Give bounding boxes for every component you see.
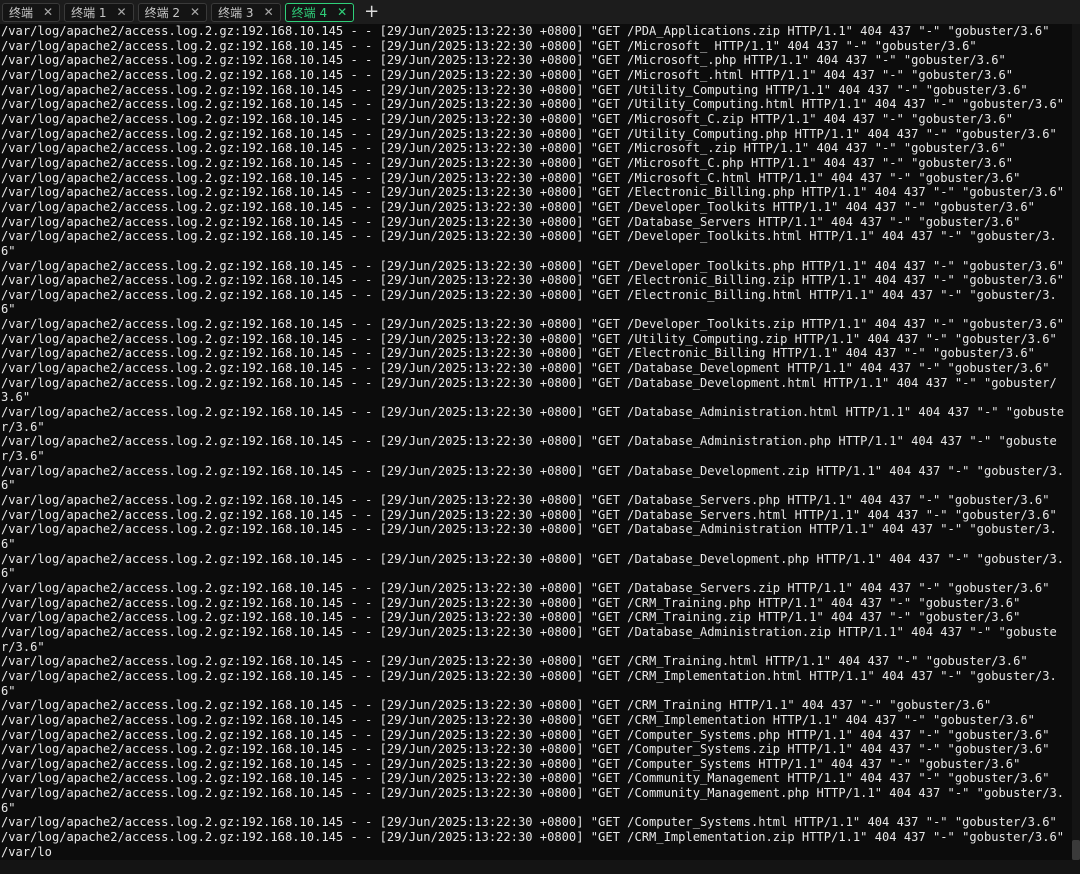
terminal-line: /var/log/apache2/access.log.2.gz:192.168…	[1, 830, 1065, 845]
terminal-line: /var/log/apache2/access.log.2.gz:192.168…	[1, 551, 1065, 581]
terminal-line: /var/log/apache2/access.log.2.gz:192.168…	[1, 67, 1014, 82]
terminal-line: /var/log/apache2/access.log.2.gz:192.168…	[1, 53, 1006, 68]
terminal-line: /var/log/apache2/access.log.2.gz:192.168…	[1, 624, 1057, 654]
tab-terminal-1[interactable]: 终端 1 ✕	[64, 2, 134, 22]
terminal-line: /var/log/apache2/access.log.2.gz:192.168…	[1, 375, 1057, 405]
status-strip	[0, 860, 1080, 874]
tab-label: 终端 4	[291, 5, 328, 20]
terminal-line: /var/log/apache2/access.log.2.gz:192.168…	[1, 580, 1050, 595]
terminal-line: /var/log/apache2/access.log.2.gz:192.168…	[1, 82, 1028, 97]
close-icon[interactable]: ✕	[43, 5, 53, 19]
close-icon[interactable]: ✕	[190, 5, 200, 19]
scrollbar[interactable]	[1072, 24, 1080, 874]
tab-terminal-0[interactable]: 终端 ✕	[2, 2, 61, 22]
close-icon[interactable]: ✕	[117, 5, 127, 19]
terminal-line: /var/log/apache2/access.log.2.gz:192.168…	[1, 170, 1021, 185]
terminal-line: /var/log/apache2/access.log.2.gz:192.168…	[1, 126, 1057, 141]
tab-label: 终端	[9, 5, 34, 20]
terminal-line: /var/log/apache2/access.log.2.gz:192.168…	[1, 229, 1057, 258]
terminal-line: /var/log/apache2/access.log.2.gz:192.168…	[1, 463, 1065, 493]
tab-label: 终端 3	[218, 5, 254, 20]
terminal-line: /var/log/apache2/access.log.2.gz:192.168…	[1, 155, 1014, 170]
terminal-line: /var/log/apache2/access.log.2.gz:192.168…	[1, 522, 1057, 551]
terminal-line: /var/log/apache2/access.log.2.gz:192.168…	[1, 698, 992, 713]
new-tab-icon[interactable]: +	[364, 3, 379, 21]
close-icon[interactable]: ✕	[264, 5, 274, 19]
tab-bar: 终端 ✕ 终端 1 ✕ 终端 2 ✕ 终端 3 ✕ 终端 4 ✕ +	[0, 0, 1080, 24]
terminal-line: /var/log/apache2/access.log.2.gz:192.168…	[1, 727, 1050, 742]
terminal-line: /var/log/apache2/access.log.2.gz:192.168…	[1, 742, 1050, 757]
scrollbar-thumb[interactable]	[1072, 840, 1080, 860]
terminal-line: /var/log/apache2/access.log.2.gz:192.168…	[1, 771, 1050, 786]
terminal-line: /var/log/apache2/access.log.2.gz:192.168…	[1, 756, 1021, 771]
close-icon[interactable]: ✕	[337, 5, 347, 19]
terminal-line: /var/log/apache2/access.log.2.gz:192.168…	[1, 24, 1050, 38]
terminal-output: /var/log/apache2/access.log.2.gz:192.168…	[0, 24, 1070, 859]
tab-label: 终端 2	[144, 5, 181, 20]
terminal-line: /var/log/apache2/access.log.2.gz:192.168…	[1, 786, 1065, 815]
terminal-line: /var/log/apache2/access.log.2.gz:192.168…	[1, 258, 1065, 273]
terminal-line: /var/log/apache2/access.log.2.gz:192.168…	[1, 507, 1057, 522]
terminal-line: /var/log/apache2/access.log.2.gz:192.168…	[1, 199, 1035, 214]
tab-terminal-3[interactable]: 终端 3 ✕	[211, 2, 281, 22]
terminal-line: /var/log/apache2/access.log.2.gz:192.168…	[1, 654, 1028, 669]
terminal-line: /var/log/apache2/access.log.2.gz:192.168…	[1, 346, 1035, 361]
terminal-line: /var/log/apache2/access.log.2.gz:192.168…	[1, 111, 1014, 126]
terminal-line: /var/log/apache2/access.log.2.gz:192.168…	[1, 214, 1021, 229]
terminal-line: /var/log/apache2/access.log.2.gz:192.168…	[1, 185, 1065, 200]
terminal-line: /var/log/apache2/access.log.2.gz:192.168…	[1, 273, 1065, 288]
terminal-line: /var/log/apache2/access.log.2.gz:192.168…	[1, 141, 1006, 156]
terminal-line: /var/log/apache2/access.log.2.gz:192.168…	[1, 361, 1050, 376]
terminal-line: /var/log/apache2/access.log.2.gz:192.168…	[1, 595, 1021, 610]
tab-terminal-4[interactable]: 终端 4 ✕	[284, 2, 355, 22]
tab-terminal-2[interactable]: 终端 2 ✕	[137, 2, 208, 22]
terminal-line: /var/log/apache2/access.log.2.gz:192.168…	[1, 287, 1057, 317]
terminal-line: /var/log/apache2/access.log.2.gz:192.168…	[1, 493, 1050, 507]
terminal-line: /var/log/apache2/access.log.2.gz:192.168…	[1, 38, 977, 53]
terminal-line: /var/log/apache2/access.log.2.gz:192.168…	[1, 434, 1057, 464]
tab-label: 终端 1	[71, 5, 107, 20]
terminal-line: /var/log/apache2/access.log.2.gz:192.168…	[1, 668, 1057, 698]
terminal-line: /var/log/apache2/access.log.2.gz:192.168…	[1, 712, 1035, 727]
terminal-line: /var/log/apache2/access.log.2.gz:192.168…	[1, 97, 1065, 112]
terminal-line: /var/log/apache2/access.log.2.gz:192.168…	[1, 331, 1057, 346]
terminal-viewport[interactable]: /var/log/apache2/access.log.2.gz:192.168…	[0, 24, 1072, 860]
terminal-line: /var/log/apache2/access.log.2.gz:192.168…	[1, 610, 1021, 625]
terminal-line: /var/log/apache2/access.log.2.gz:192.168…	[1, 405, 1065, 434]
terminal-line: /var/log/apache2/access.log.2.gz:192.168…	[1, 815, 1057, 830]
terminal-line: /var/log/apache2/access.log.2.gz:192.168…	[1, 317, 1065, 332]
terminal-line: /var/lo	[1, 844, 52, 859]
